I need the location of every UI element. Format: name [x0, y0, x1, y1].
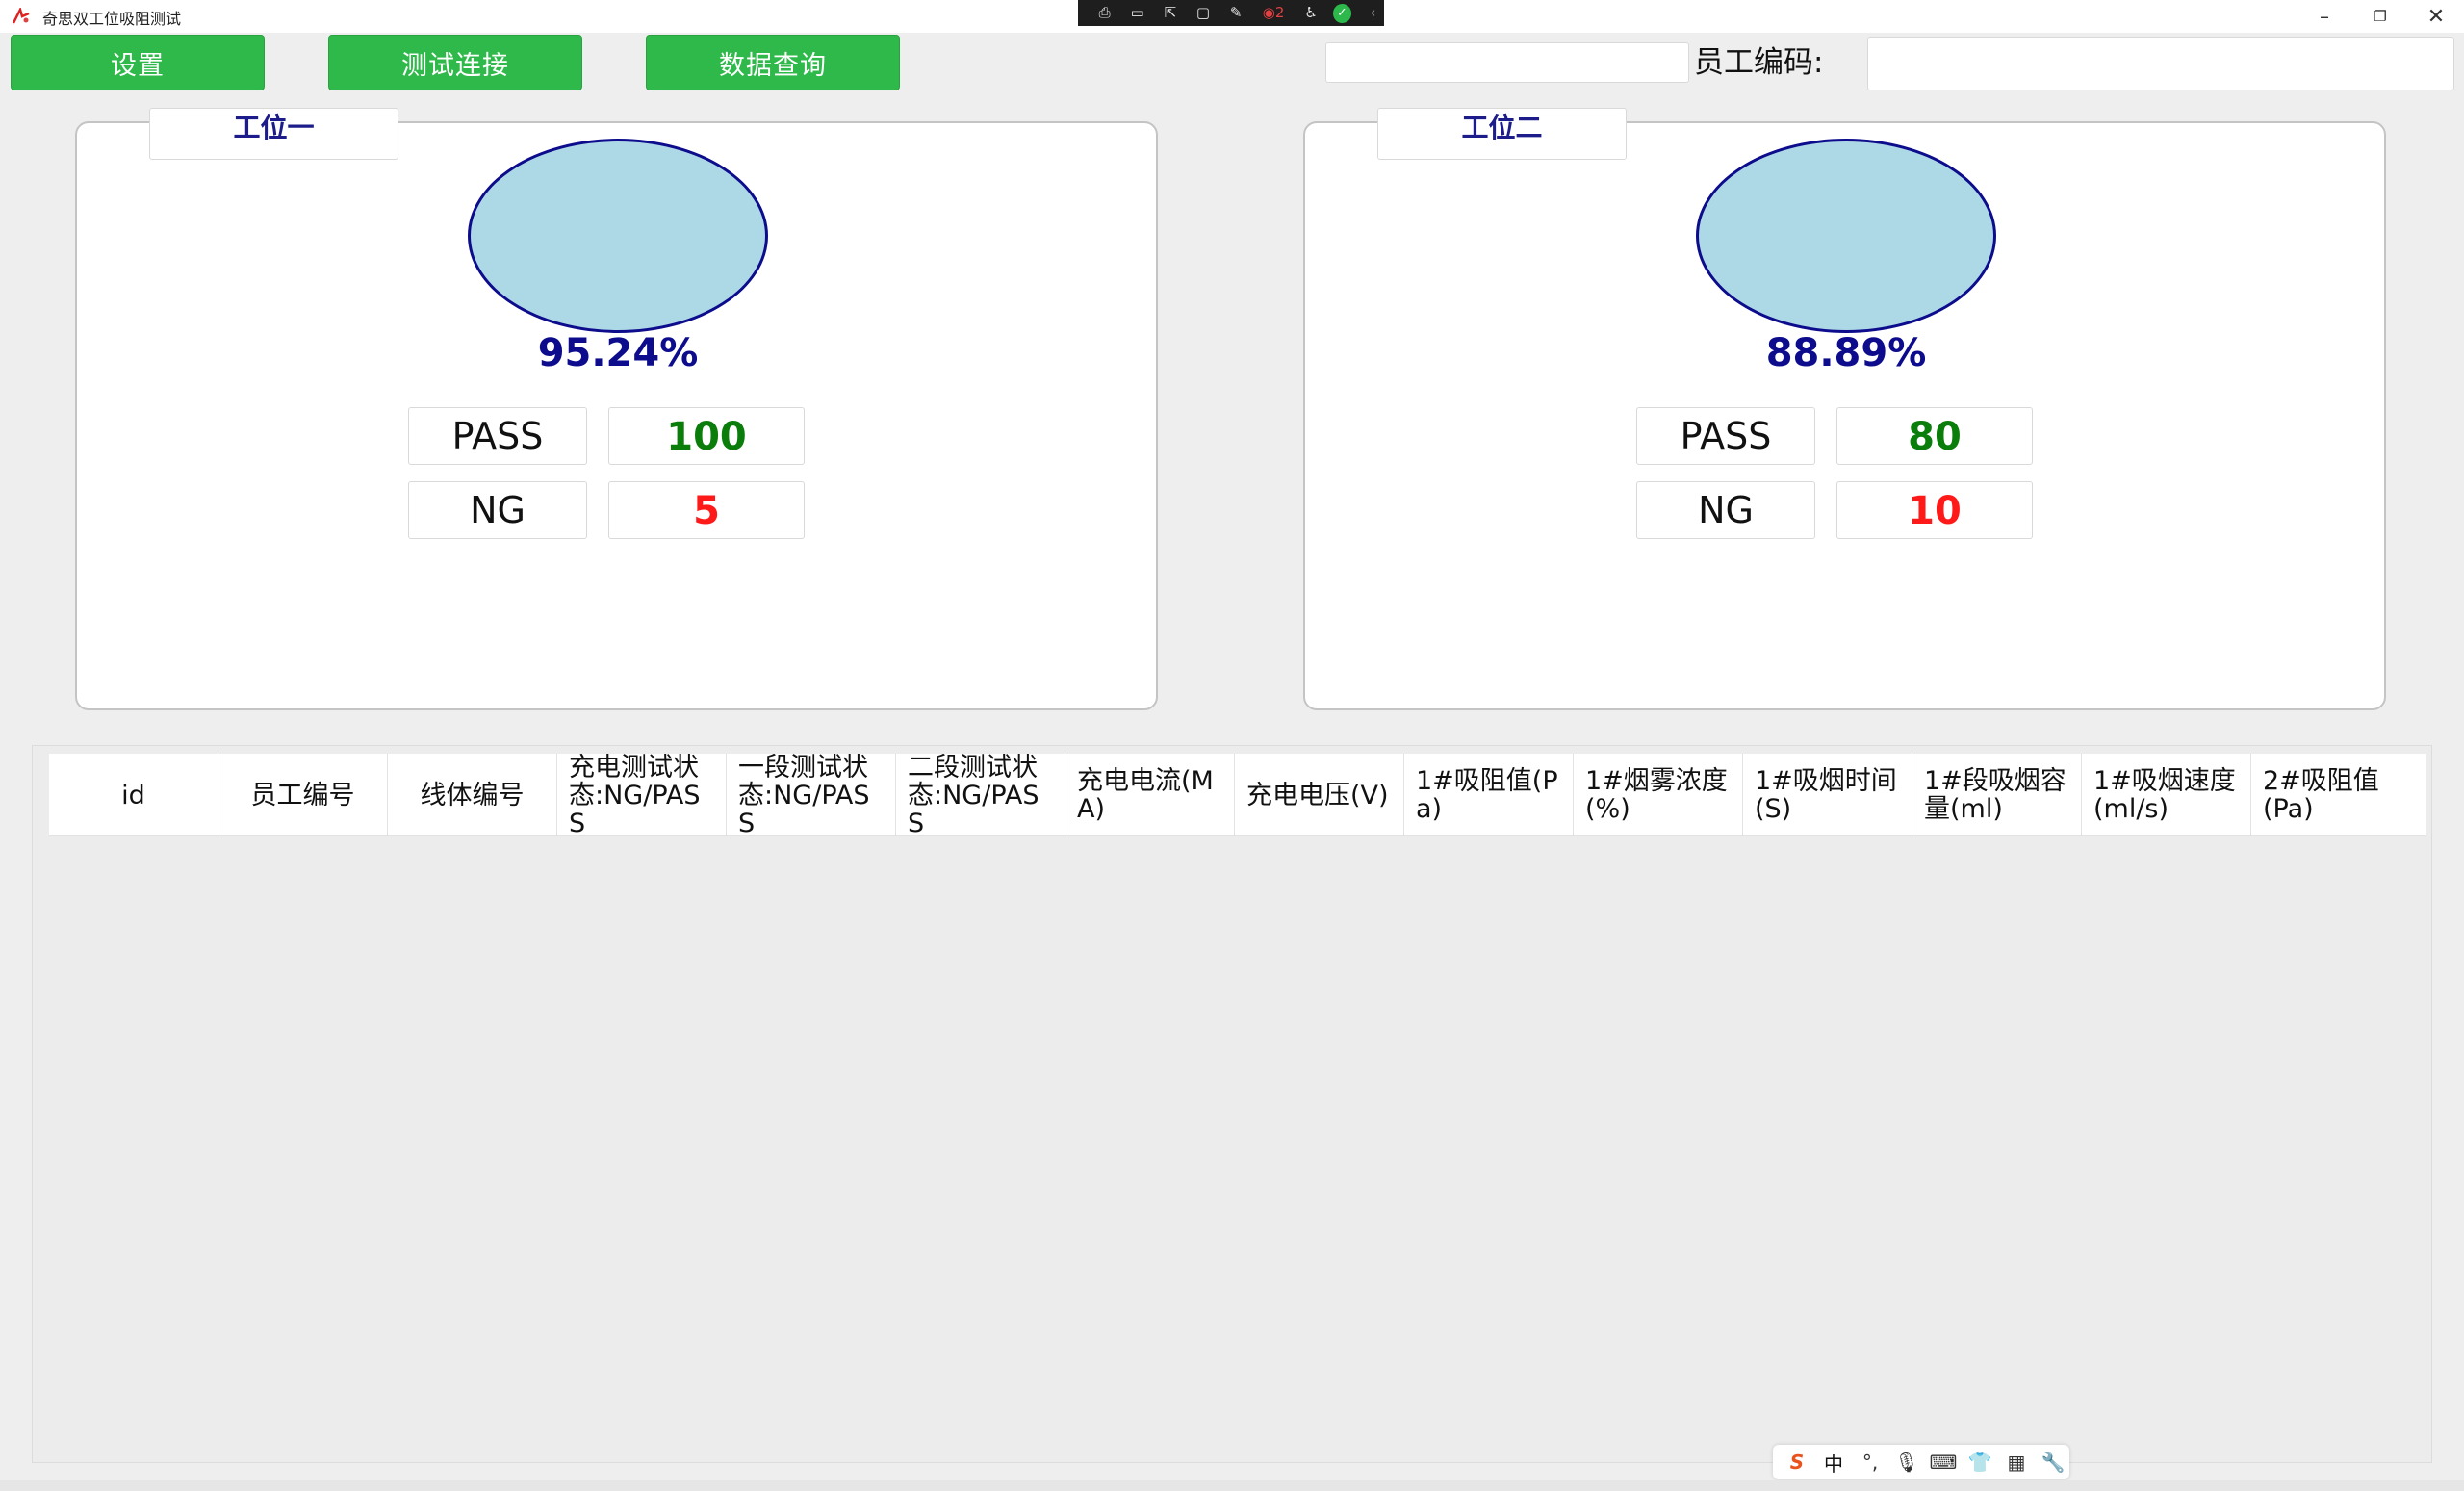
- close-button[interactable]: ✕: [2408, 0, 2464, 33]
- pass-label: PASS: [408, 407, 587, 465]
- table-header: id 员工编号 线体编号 充电测试状态:NG/PASS 一段测试状态:NG/PA…: [49, 754, 2426, 836]
- yield-percentage: 95.24%: [537, 331, 699, 375]
- collapse-icon[interactable]: ‹: [1362, 0, 1384, 26]
- column-header-smoke-time-1[interactable]: 1#吸烟时间(S): [1743, 754, 1912, 836]
- column-header-draw-resistance-1[interactable]: 1#吸阻值(Pa): [1404, 754, 1574, 836]
- frame-icon[interactable]: ▢: [1192, 0, 1214, 26]
- column-header-smoke-volume-1[interactable]: 1#段吸烟容量(ml): [1912, 754, 2082, 836]
- pass-count: 80: [1836, 407, 2033, 465]
- column-header-charge-current[interactable]: 充电电流(MA): [1065, 754, 1235, 836]
- punctuation-icon[interactable]: °,: [1856, 1451, 1885, 1474]
- draw-icon[interactable]: ✎: [1225, 0, 1247, 26]
- yield-percentage: 88.89%: [1765, 331, 1927, 375]
- video-icon[interactable]: ▭: [1126, 0, 1148, 26]
- column-header-smoke-density-1[interactable]: 1#烟雾浓度(%): [1574, 754, 1743, 836]
- bottom-strip: [0, 1480, 2464, 1491]
- screenshot-icon[interactable]: ⎙: [1093, 0, 1116, 26]
- microphone-icon[interactable]: 🎙: [1892, 1451, 1921, 1474]
- column-header-stage2-test-status[interactable]: 二段测试状态:NG/PASS: [896, 754, 1065, 836]
- test-connection-button[interactable]: 测试连接: [328, 35, 582, 90]
- station-name: 工位二: [1461, 112, 1543, 143]
- data-table: id 员工编号 线体编号 充电测试状态:NG/PASS 一段测试状态:NG/PA…: [32, 745, 2432, 1463]
- employee-code-input[interactable]: [1867, 37, 2454, 90]
- column-header-draw-resistance-2[interactable]: 2#吸阻值(Pa): [2251, 754, 2396, 836]
- station-name: 工位一: [233, 112, 315, 143]
- column-header-id[interactable]: id: [49, 754, 218, 836]
- settings-button[interactable]: 设置: [11, 35, 265, 90]
- station-tab-1[interactable]: 工位一: [149, 108, 398, 160]
- check-icon[interactable]: ✓: [1332, 3, 1351, 23]
- record-badge-count: 2: [1274, 4, 1285, 21]
- keyboard-icon[interactable]: ⌨: [1929, 1451, 1958, 1474]
- pass-label: PASS: [1636, 407, 1815, 465]
- tools-icon[interactable]: 🔧: [2039, 1451, 2067, 1474]
- ng-count: 10: [1836, 481, 2033, 539]
- input-mode-icon[interactable]: 中: [1819, 1449, 1848, 1477]
- column-header-charge-test-status[interactable]: 充电测试状态:NG/PASS: [557, 754, 727, 836]
- column-header-charge-voltage[interactable]: 充电电压(V): [1235, 754, 1404, 836]
- station-tab-2[interactable]: 工位二: [1377, 108, 1627, 160]
- column-header-line-id[interactable]: 线体编号: [388, 754, 557, 836]
- minimize-button[interactable]: –: [2297, 0, 2352, 33]
- station-panel-2: 工位二 88.89% PASS 80 NG 10: [1303, 108, 2386, 710]
- record-badge-icon[interactable]: ◉2: [1258, 0, 1290, 26]
- ng-count: 5: [608, 481, 805, 539]
- accessibility-icon[interactable]: ♿: [1299, 0, 1322, 26]
- column-header-smoke-speed-1[interactable]: 1#吸烟速度(ml/s): [2082, 754, 2251, 836]
- column-header-employee-id[interactable]: 员工编号: [218, 754, 388, 836]
- grid-icon[interactable]: ▦: [2002, 1451, 2031, 1474]
- window-title: 奇思双工位吸阻测试: [42, 10, 182, 28]
- recorder-toolbar: ⎙ ▭ ⇱ ▢ ✎ ◉2 ♿ ✓ ‹: [1078, 0, 1384, 26]
- yield-indicator-circle: [1696, 139, 1996, 333]
- station-panel-1: 工位一 95.24% PASS 100 NG 5: [75, 108, 1158, 710]
- yield-indicator-circle: [468, 139, 768, 333]
- pass-count: 100: [608, 407, 805, 465]
- ng-label: NG: [408, 481, 587, 539]
- data-query-button[interactable]: 数据查询: [646, 35, 900, 90]
- column-header-stage1-test-status[interactable]: 一段测试状态:NG/PASS: [727, 754, 896, 836]
- app-logo-icon: [12, 8, 30, 24]
- pointer-icon[interactable]: ⇱: [1159, 0, 1181, 26]
- ime-toolbar: S 中 °, 🎙 ⌨ 👕 ▦ 🔧: [1773, 1445, 2069, 1479]
- search-input[interactable]: [1325, 42, 1689, 83]
- maximize-button[interactable]: ❐: [2352, 0, 2408, 33]
- sogou-logo-icon[interactable]: S: [1783, 1451, 1811, 1474]
- app-window: 奇思双工位吸阻测试 – ❐ ✕ ⎙ ▭ ⇱ ▢ ✎ ◉2 ♿ ✓ ‹ 设置 测试…: [0, 0, 2464, 1491]
- ng-label: NG: [1636, 481, 1815, 539]
- skin-icon[interactable]: 👕: [1965, 1451, 1994, 1474]
- employee-code-label: 员工编码:: [1694, 45, 1824, 80]
